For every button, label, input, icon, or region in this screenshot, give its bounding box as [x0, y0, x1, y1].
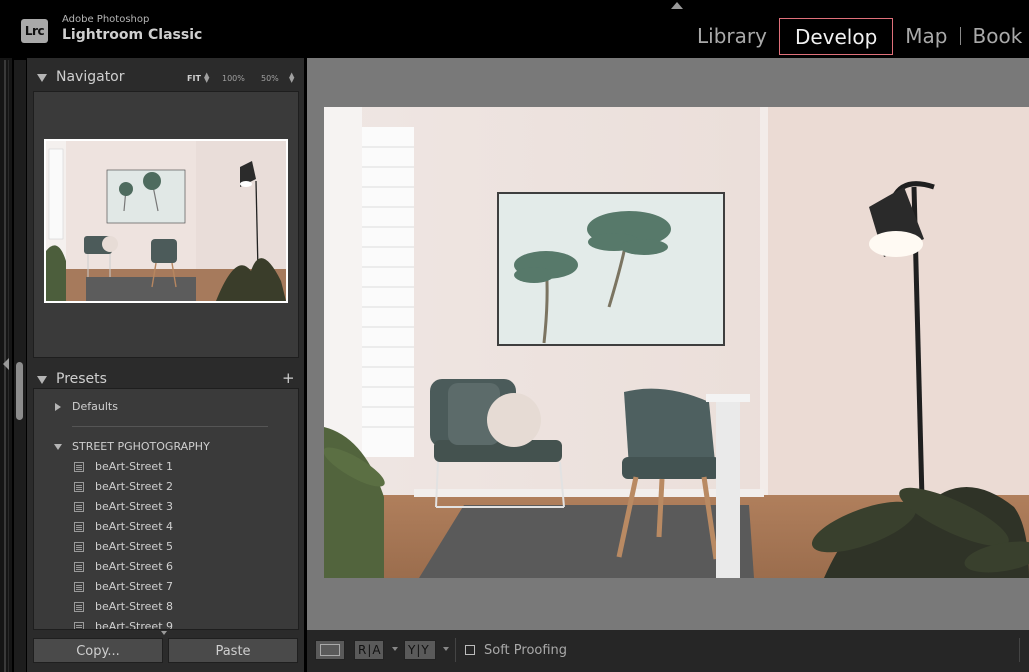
navigator-title: Navigator	[56, 69, 125, 85]
brand-title: Lightroom Classic	[62, 27, 203, 43]
preset-item[interactable]: beArt-Street 3	[34, 498, 298, 518]
expand-defaults-icon[interactable]	[55, 403, 61, 411]
preset-label: beArt-Street 8	[95, 600, 173, 613]
zoom-50-option[interactable]: 50%	[261, 74, 279, 83]
preset-item[interactable]: beArt-Street 1	[34, 458, 298, 478]
preset-item[interactable]: beArt-Street 9	[34, 618, 298, 630]
preset-item[interactable]: beArt-Street 4	[34, 518, 298, 538]
before-after-ra-label: R|A	[358, 643, 382, 657]
collapse-presets-icon[interactable]	[37, 376, 47, 384]
before-after-yy-button[interactable]: Y|Y	[404, 640, 436, 660]
preset-item[interactable]: beArt-Street 8	[34, 598, 298, 618]
toolbar-separator	[1019, 638, 1020, 662]
module-picker: Library Develop Map Book	[685, 17, 1029, 55]
navigator-thumbnail[interactable]	[44, 139, 288, 303]
navigator-preview[interactable]	[33, 91, 299, 358]
scroll-down-icon[interactable]	[161, 631, 167, 635]
preset-icon	[74, 562, 84, 572]
preset-item[interactable]: beArt-Street 2	[34, 478, 298, 498]
before-after-yy-label: Y|Y	[408, 643, 430, 657]
bottom-toolbar: R|A Y|Y Soft Proofing	[307, 630, 1029, 672]
module-book[interactable]: Book	[961, 18, 1029, 54]
presets-title: Presets	[56, 371, 107, 387]
loupe-view-icon	[320, 644, 340, 656]
preset-icon	[74, 582, 84, 592]
zoom-100-option[interactable]: 100%	[222, 74, 245, 83]
module-library[interactable]: Library	[685, 18, 779, 54]
photo-image	[324, 107, 1029, 578]
preset-group-street[interactable]: STREET PGHOTOGRAPHY	[72, 440, 210, 453]
preset-divider	[72, 426, 268, 427]
preset-label: beArt-Street 9	[95, 620, 173, 630]
lrc-logo: Lrc	[21, 19, 48, 43]
updown-arrows-icon[interactable]: ▲ ▼	[204, 72, 209, 84]
copy-button[interactable]: Copy...	[33, 638, 163, 663]
loupe-view-button[interactable]	[315, 640, 345, 660]
preset-item[interactable]: beArt-Street 6	[34, 558, 298, 578]
preset-label: beArt-Street 6	[95, 560, 173, 573]
presets-list: Defaults STREET PGHOTOGRAPHY beArt-Stree…	[33, 388, 299, 630]
top-bar: Lrc Adobe Photoshop Lightroom Classic Li…	[0, 0, 1029, 58]
preset-label: beArt-Street 7	[95, 580, 173, 593]
collapse-top-panel-icon[interactable]	[671, 2, 683, 9]
preset-icon	[74, 602, 84, 612]
preset-icon	[74, 482, 84, 492]
preset-icon	[74, 462, 84, 472]
zoom-fit-option[interactable]: FIT	[187, 74, 201, 83]
chevron-down-icon[interactable]	[443, 647, 449, 651]
preset-icon	[74, 502, 84, 512]
preset-icon	[74, 622, 84, 629]
navigator-thumbnail-image	[46, 141, 286, 301]
module-develop[interactable]: Develop	[778, 17, 894, 55]
toolbar-separator	[455, 638, 456, 662]
preset-label: beArt-Street 5	[95, 540, 173, 553]
updown-arrows-icon[interactable]: ▲ ▼	[289, 72, 294, 84]
preset-item[interactable]: beArt-Street 5	[34, 538, 298, 558]
paste-button[interactable]: Paste	[168, 638, 298, 663]
preset-label: beArt-Street 2	[95, 480, 173, 493]
left-panel: Navigator FIT ▲ ▼ 100% 50% ▲ ▼ Presets +…	[27, 58, 304, 672]
plus-icon[interactable]: +	[282, 369, 295, 387]
preset-group-defaults[interactable]: Defaults	[72, 400, 118, 413]
soft-proofing-label[interactable]: Soft Proofing	[484, 643, 567, 658]
preset-icon	[74, 542, 84, 552]
before-after-ra-button[interactable]: R|A	[354, 640, 384, 660]
collapse-navigator-icon[interactable]	[37, 74, 47, 82]
preset-icon	[74, 522, 84, 532]
preset-label: beArt-Street 1	[95, 460, 173, 473]
module-map[interactable]: Map	[893, 18, 959, 54]
chevron-down-icon[interactable]	[392, 647, 398, 651]
collapse-left-panel-icon[interactable]	[3, 358, 9, 370]
preset-label: beArt-Street 3	[95, 500, 173, 513]
brand-subtitle: Adobe Photoshop	[62, 14, 150, 25]
preset-item[interactable]: beArt-Street 7	[34, 578, 298, 598]
main-image-area[interactable]	[307, 58, 1029, 630]
preset-label: beArt-Street 4	[95, 520, 173, 533]
scrollbar-thumb[interactable]	[16, 362, 23, 420]
collapse-street-group-icon[interactable]	[54, 444, 62, 450]
soft-proofing-checkbox[interactable]	[465, 645, 475, 655]
navigator-header[interactable]: Navigator FIT ▲ ▼ 100% 50% ▲ ▼	[27, 62, 304, 90]
photo-preview[interactable]	[324, 107, 1029, 578]
